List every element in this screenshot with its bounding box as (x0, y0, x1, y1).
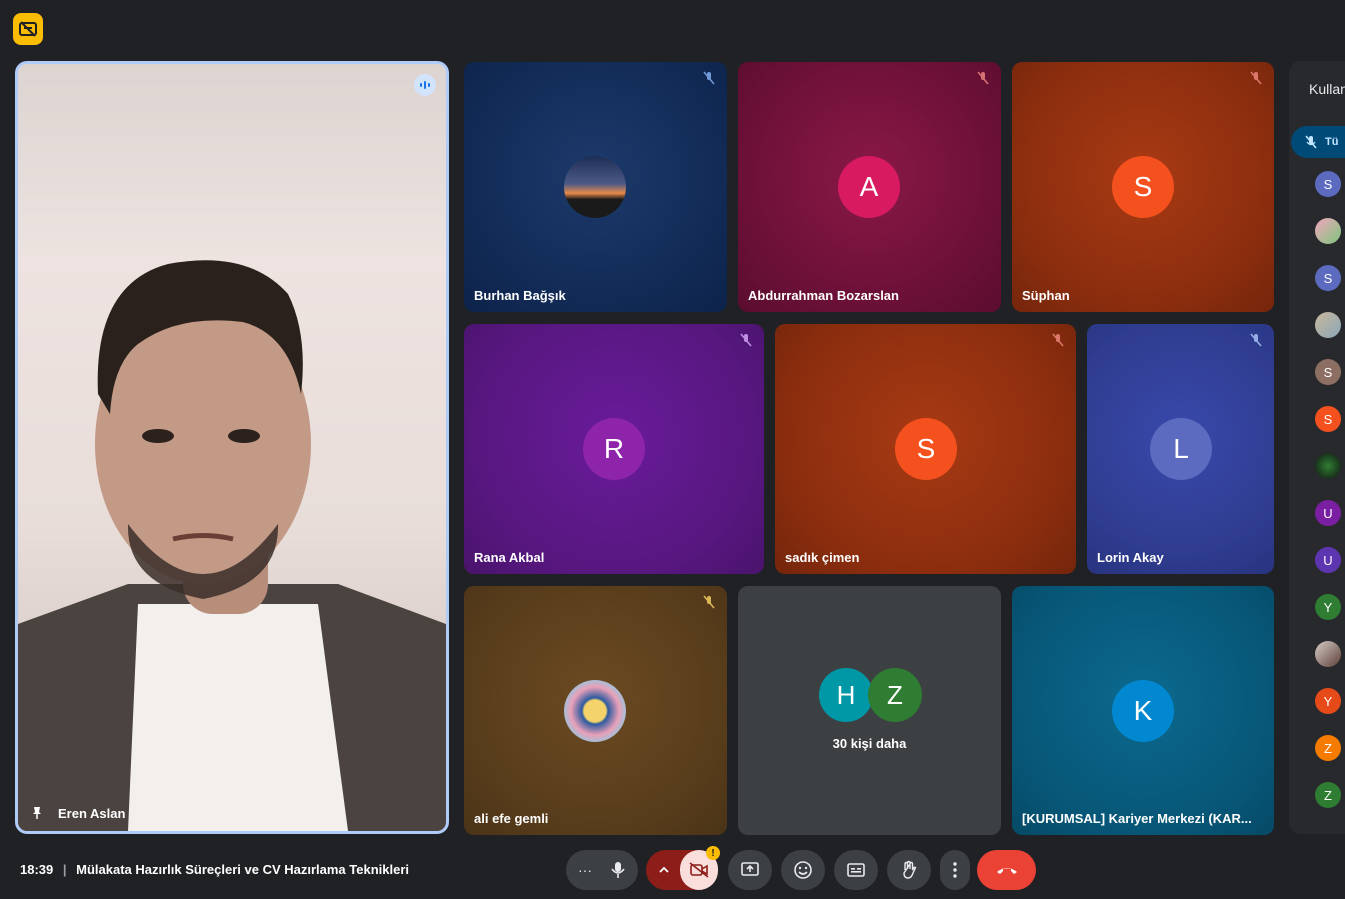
participant-tile[interactable]: S Süphan (1012, 62, 1274, 312)
participant-avatar: Z (868, 668, 922, 722)
warning-badge: ! (706, 846, 720, 860)
participant-avatar: A (838, 156, 900, 218)
call-controls-bar: 18:39 | Mülakata Hazırlık Süreçleri ve C… (0, 845, 1345, 899)
emoji-icon (794, 861, 812, 879)
more-vert-icon (953, 862, 957, 878)
mic-off-icon (1250, 71, 1262, 85)
speaker-name: Eren Aslan (58, 806, 126, 821)
raise-hand-button[interactable] (887, 850, 931, 890)
separator: | (62, 862, 67, 877)
participant-tile[interactable]: Burhan Bağşık (464, 62, 727, 312)
captions-icon (847, 863, 865, 877)
mute-all-button[interactable]: Tü (1291, 126, 1345, 158)
panel-avatar[interactable]: Z (1315, 782, 1341, 808)
mic-off-icon (1250, 333, 1262, 347)
meeting-info: 18:39 | Mülakata Hazırlık Süreçleri ve C… (20, 862, 409, 877)
panel-avatar[interactable] (1315, 641, 1341, 667)
panel-avatar[interactable]: U (1315, 547, 1341, 573)
participant-name: Süphan (1022, 288, 1070, 303)
reactions-button[interactable] (781, 850, 825, 890)
camera-off-icon (689, 862, 709, 878)
microphone-icon[interactable] (610, 861, 626, 879)
people-panel: Kullan Tü S S S S U U Y Y Z Z (1289, 61, 1345, 834)
speaker-video (18, 260, 446, 831)
camera-control-group: ! (646, 846, 720, 890)
speaking-indicator-icon (414, 74, 436, 96)
participant-name: Rana Akbal (474, 550, 545, 565)
hang-up-icon (996, 868, 1017, 874)
audio-control-group: ··· (566, 850, 638, 890)
participant-name: Abdurrahman Bozarslan (748, 288, 899, 303)
pin-icon[interactable] (30, 806, 44, 820)
mic-off-icon (977, 71, 989, 85)
more-participants-label: 30 kişi daha (832, 736, 907, 751)
panel-avatar[interactable] (1315, 312, 1341, 338)
mic-off-icon (703, 595, 715, 609)
mic-off-icon (1052, 333, 1064, 347)
leave-call-button[interactable] (977, 850, 1036, 890)
more-participants-tile[interactable]: H Z 30 kişi daha (738, 586, 1001, 835)
participant-avatar: H (819, 668, 873, 722)
participant-avatar: L (1150, 418, 1212, 480)
participant-tile[interactable]: ali efe gemli (464, 586, 727, 835)
panel-avatar[interactable]: Y (1315, 594, 1341, 620)
participant-avatar (564, 680, 626, 742)
participant-name: Lorin Akay (1097, 550, 1164, 565)
panel-avatar[interactable]: S (1315, 171, 1341, 197)
mic-off-icon (740, 333, 752, 347)
hand-icon (903, 860, 917, 879)
participant-name: Burhan Bağşık (474, 288, 566, 303)
captions-off-badge-icon[interactable] (13, 13, 43, 45)
captions-button[interactable] (834, 850, 878, 890)
mute-all-label: Tü (1325, 136, 1339, 148)
speaker-tile[interactable]: Eren Aslan (15, 61, 449, 834)
chevron-up-icon[interactable] (658, 865, 670, 875)
participant-tile[interactable]: L Lorin Akay (1087, 324, 1274, 574)
present-button[interactable] (728, 850, 772, 890)
panel-avatar[interactable]: Z (1315, 735, 1341, 761)
participant-avatar: S (895, 418, 957, 480)
participant-avatar: K (1112, 680, 1174, 742)
panel-avatar[interactable]: Y (1315, 688, 1341, 714)
panel-avatar[interactable]: S (1315, 265, 1341, 291)
mic-off-icon (1305, 135, 1317, 149)
participant-tile[interactable]: R Rana Akbal (464, 324, 764, 574)
participant-avatar (564, 156, 626, 218)
participant-name: ali efe gemli (474, 811, 549, 826)
panel-avatar[interactable]: S (1315, 406, 1341, 432)
participant-tile[interactable]: S sadık çimen (775, 324, 1076, 574)
panel-avatar[interactable]: S (1315, 359, 1341, 385)
participant-avatar: R (583, 418, 645, 480)
participant-avatar: S (1112, 156, 1174, 218)
audio-options-icon[interactable]: ··· (578, 862, 592, 878)
participant-tile[interactable]: K [KURUMSAL] Kariyer Merkezi (KAR... (1012, 586, 1274, 835)
participant-name: sadık çimen (785, 550, 860, 565)
mic-off-icon (703, 71, 715, 85)
meeting-title: Mülakata Hazırlık Süreçleri ve CV Hazırl… (76, 862, 409, 877)
present-screen-icon (741, 862, 759, 876)
more-options-button[interactable] (940, 850, 970, 890)
participant-tile[interactable]: A Abdurrahman Bozarslan (738, 62, 1001, 312)
panel-avatar[interactable] (1315, 218, 1341, 244)
participant-name: [KURUMSAL] Kariyer Merkezi (KAR... (1022, 811, 1252, 826)
panel-avatar[interactable] (1315, 453, 1341, 479)
panel-avatar[interactable]: U (1315, 500, 1341, 526)
current-time: 18:39 (20, 862, 54, 877)
panel-title: Kullan (1309, 81, 1345, 97)
